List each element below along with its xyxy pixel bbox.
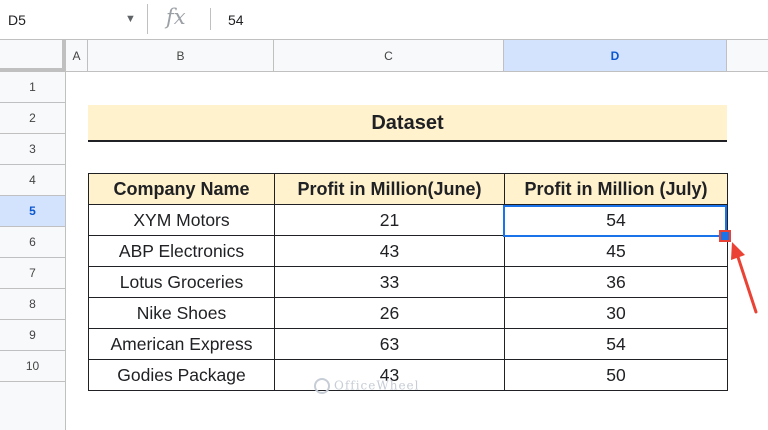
july-cell[interactable]: 45 (504, 235, 728, 267)
name-box[interactable]: D5 ▼ (0, 4, 148, 34)
function-icon: fx (166, 5, 186, 29)
table-row: XYM Motors 21 54 (88, 204, 728, 236)
watermark: OfficeWheel (314, 378, 419, 394)
column-header-d[interactable]: D (504, 40, 727, 72)
watermark-logo-icon (314, 378, 330, 394)
row-header-gutter (0, 382, 66, 430)
row-header-7[interactable]: 7 (0, 258, 66, 289)
july-cell[interactable]: 50 (504, 359, 728, 391)
column-header-b[interactable]: B (88, 40, 274, 72)
watermark-text: OfficeWheel (334, 378, 420, 393)
june-cell[interactable]: 33 (274, 266, 505, 298)
header-profit-july[interactable]: Profit in Million (July) (504, 173, 728, 205)
table-row: ABP Electronics 43 45 (88, 235, 728, 267)
row-header-9[interactable]: 9 (0, 320, 66, 351)
row-header-3[interactable]: 3 (0, 134, 66, 165)
july-cell[interactable]: 54 (504, 328, 728, 360)
header-profit-june[interactable]: Profit in Million(June) (274, 173, 505, 205)
july-cell[interactable]: 36 (504, 266, 728, 298)
company-cell[interactable]: American Express (88, 328, 275, 360)
table-header-row: Company Name Profit in Million(June) Pro… (88, 173, 728, 205)
header-company-name[interactable]: Company Name (88, 173, 275, 205)
column-header-c[interactable]: C (274, 40, 504, 72)
row-header-10[interactable]: 10 (0, 351, 66, 382)
row-header-4[interactable]: 4 (0, 165, 66, 196)
row-header-5[interactable]: 5 (0, 196, 66, 227)
arrow-icon (731, 242, 758, 314)
column-header-a[interactable]: A (66, 40, 88, 72)
june-cell[interactable]: 43 (274, 235, 505, 267)
company-cell[interactable]: ABP Electronics (88, 235, 275, 267)
chevron-down-icon[interactable]: ▼ (125, 13, 136, 25)
formula-input[interactable]: 54 (228, 12, 244, 28)
row-header-1[interactable]: 1 (0, 72, 66, 103)
table-row: Lotus Groceries 33 36 (88, 266, 728, 298)
company-cell[interactable]: Godies Package (88, 359, 275, 391)
company-cell[interactable]: XYM Motors (88, 204, 275, 236)
company-cell[interactable]: Lotus Groceries (88, 266, 275, 298)
july-cell[interactable]: 30 (504, 297, 728, 329)
table-row: Nike Shoes 26 30 (88, 297, 728, 329)
company-cell[interactable]: Nike Shoes (88, 297, 275, 329)
june-cell[interactable]: 21 (274, 204, 505, 236)
formula-separator (210, 8, 211, 30)
dataset-title[interactable]: Dataset (88, 105, 727, 142)
cell-reference: D5 (8, 12, 26, 28)
data-table: Company Name Profit in Million(June) Pro… (88, 173, 728, 391)
row-header-8[interactable]: 8 (0, 289, 66, 320)
select-all-corner[interactable] (0, 40, 66, 72)
june-cell[interactable]: 63 (274, 328, 505, 360)
formula-bar: D5 ▼ fx 54 (0, 0, 768, 40)
row-header-2[interactable]: 2 (0, 103, 66, 134)
column-header-e[interactable] (727, 40, 768, 72)
july-cell[interactable]: 54 (504, 204, 728, 236)
row-header-6[interactable]: 6 (0, 227, 66, 258)
june-cell[interactable]: 26 (274, 297, 505, 329)
table-row: American Express 63 54 (88, 328, 728, 360)
